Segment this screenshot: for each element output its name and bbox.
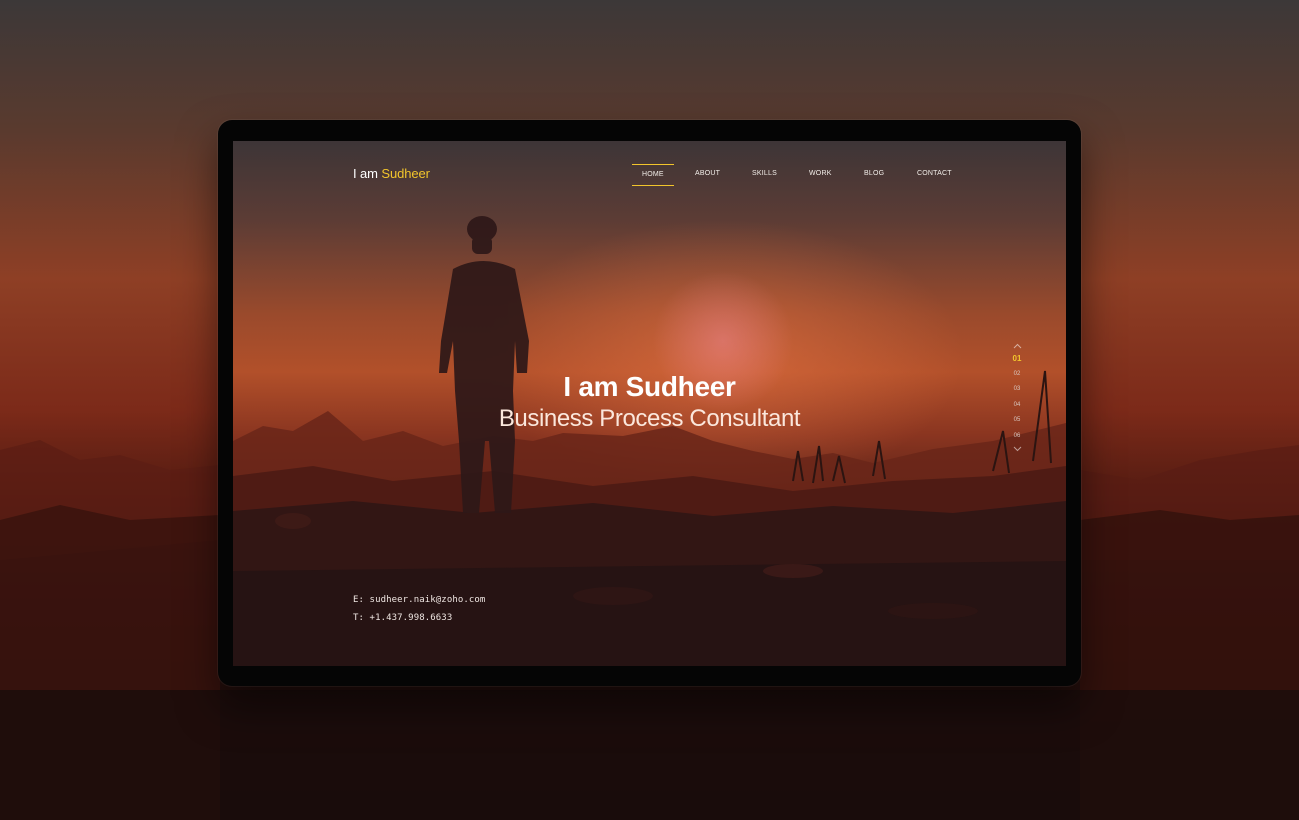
device-frame: I am Sudheer HOME ABOUT SKILLS WORK BLOG… [218,120,1081,686]
chevron-down-icon[interactable] [1008,444,1026,454]
contact-phone[interactable]: T: +1.437.998.6633 [353,609,485,627]
pager-item-03[interactable]: 03 [1008,382,1026,398]
contact-info: E: sudheer.naik@zoho.com T: +1.437.998.6… [353,591,485,627]
hero-subtitle: Business Process Consultant [498,405,801,432]
pager-item-06[interactable]: 06 [1008,429,1026,445]
nav-item-skills[interactable]: SKILLS [752,164,777,184]
nav-item-about[interactable]: ABOUT [695,164,720,184]
section-pager: 01 02 03 04 05 06 [1008,341,1026,454]
pager-item-01[interactable]: 01 [1008,351,1026,367]
chevron-up-icon[interactable] [1008,341,1026,351]
nav-item-contact[interactable]: CONTACT [917,164,952,184]
pager-item-05[interactable]: 05 [1008,413,1026,429]
nav-item-home[interactable]: HOME [632,164,674,186]
pager-item-02[interactable]: 02 [1008,367,1026,383]
pager-item-04[interactable]: 04 [1008,398,1026,414]
nav-item-work[interactable]: WORK [809,164,832,184]
contact-email[interactable]: E: sudheer.naik@zoho.com [353,591,485,609]
hero-title: I am Sudheer [563,371,736,402]
main-navigation: HOME ABOUT SKILLS WORK BLOG CONTACT [233,164,1066,188]
hero-background-scene [233,216,1066,666]
nav-item-blog[interactable]: BLOG [864,164,884,184]
website-screen: I am Sudheer HOME ABOUT SKILLS WORK BLOG… [233,141,1066,666]
